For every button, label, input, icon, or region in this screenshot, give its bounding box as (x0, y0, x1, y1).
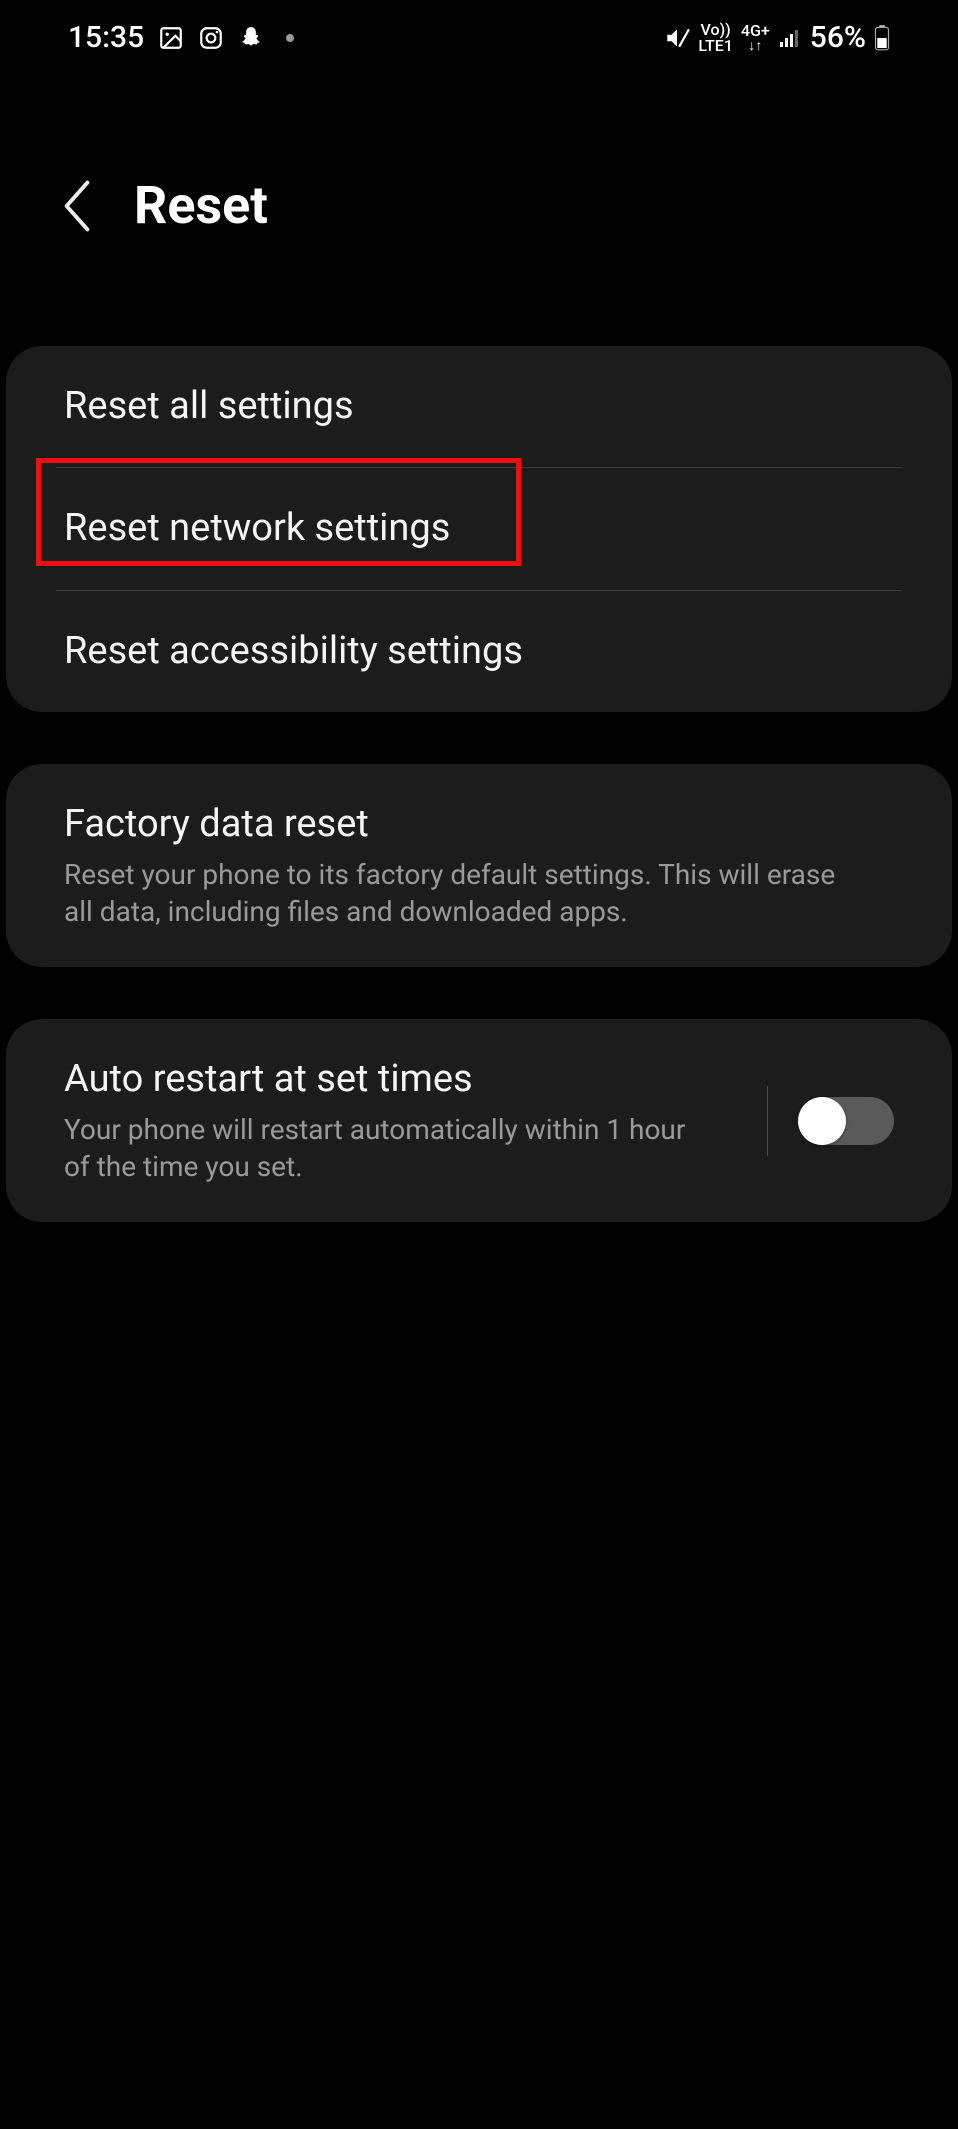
back-button[interactable] (60, 180, 94, 232)
mute-icon (664, 25, 690, 51)
toggle-container (767, 1086, 894, 1156)
battery-percent: 56% (810, 20, 866, 55)
factory-reset-group: Factory data reset Reset your phone to i… (6, 764, 952, 967)
page-header: Reset (0, 175, 958, 236)
status-bar: 15:35 (0, 0, 958, 75)
row-title: Auto restart at set times (64, 1055, 737, 1104)
auto-restart-row[interactable]: Auto restart at set times Your phone wil… (6, 1019, 952, 1222)
battery-icon (874, 25, 890, 51)
status-time: 15:35 (68, 20, 144, 55)
row-title: Reset all settings (64, 382, 894, 431)
auto-restart-group: Auto restart at set times Your phone wil… (6, 1019, 952, 1222)
status-right: Vo)) LTE1 4G+ ↓↑ 56% (664, 20, 890, 55)
factory-data-reset-row[interactable]: Factory data reset Reset your phone to i… (6, 764, 952, 967)
row-title: Factory data reset (64, 800, 894, 849)
more-notifications-icon (286, 34, 294, 42)
toggle-divider (767, 1086, 768, 1156)
volte-icon: Vo)) LTE1 (698, 22, 733, 54)
row-text: Auto restart at set times Your phone wil… (64, 1055, 737, 1186)
row-subtitle: Reset your phone to its factory default … (64, 856, 864, 932)
row-title: Reset accessibility settings (64, 627, 894, 676)
instagram-icon (198, 25, 224, 51)
snapchat-icon (238, 25, 264, 51)
chevron-left-icon (60, 180, 94, 232)
reset-all-settings-row[interactable]: Reset all settings (6, 346, 952, 467)
signal-icon (778, 26, 802, 50)
reset-options-group: Reset all settings Reset network setting… (6, 346, 952, 712)
page-title: Reset (134, 175, 268, 236)
row-subtitle: Your phone will restart automatically wi… (64, 1111, 704, 1187)
gallery-icon (158, 25, 184, 51)
data-network-icon: 4G+ ↓↑ (741, 23, 770, 53)
toggle-knob (798, 1097, 846, 1145)
auto-restart-toggle[interactable] (798, 1097, 894, 1145)
reset-accessibility-settings-row[interactable]: Reset accessibility settings (6, 591, 952, 712)
row-title: Reset network settings (64, 504, 894, 553)
status-left: 15:35 (68, 20, 294, 55)
reset-network-settings-row[interactable]: Reset network settings (6, 468, 952, 589)
